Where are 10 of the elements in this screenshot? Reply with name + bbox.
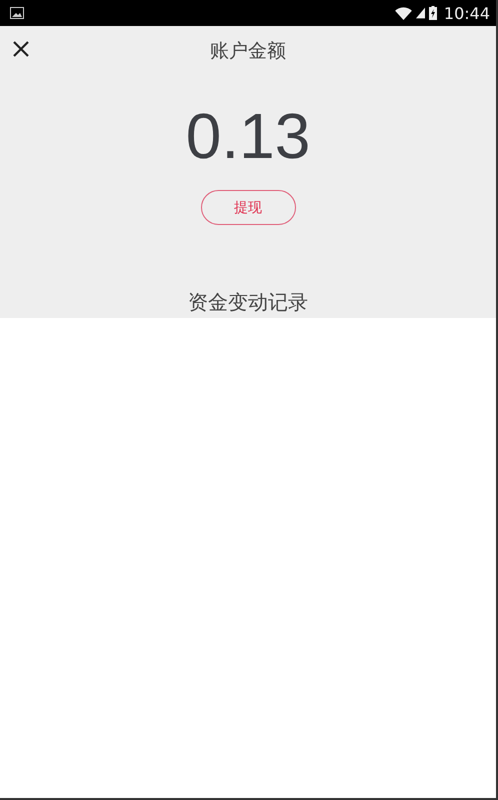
wifi-icon <box>394 6 412 20</box>
image-notification-icon <box>10 7 24 19</box>
page-title: 账户金额 <box>210 39 286 64</box>
close-icon[interactable] <box>13 41 29 57</box>
balance-amount: 0.13 <box>186 104 310 168</box>
battery-icon <box>428 6 437 20</box>
section-title: 资金变动记录 <box>188 289 308 316</box>
withdraw-button[interactable]: 提现 <box>200 190 296 225</box>
signal-icon <box>416 7 425 19</box>
clock-time: 10:44 <box>444 4 490 22</box>
